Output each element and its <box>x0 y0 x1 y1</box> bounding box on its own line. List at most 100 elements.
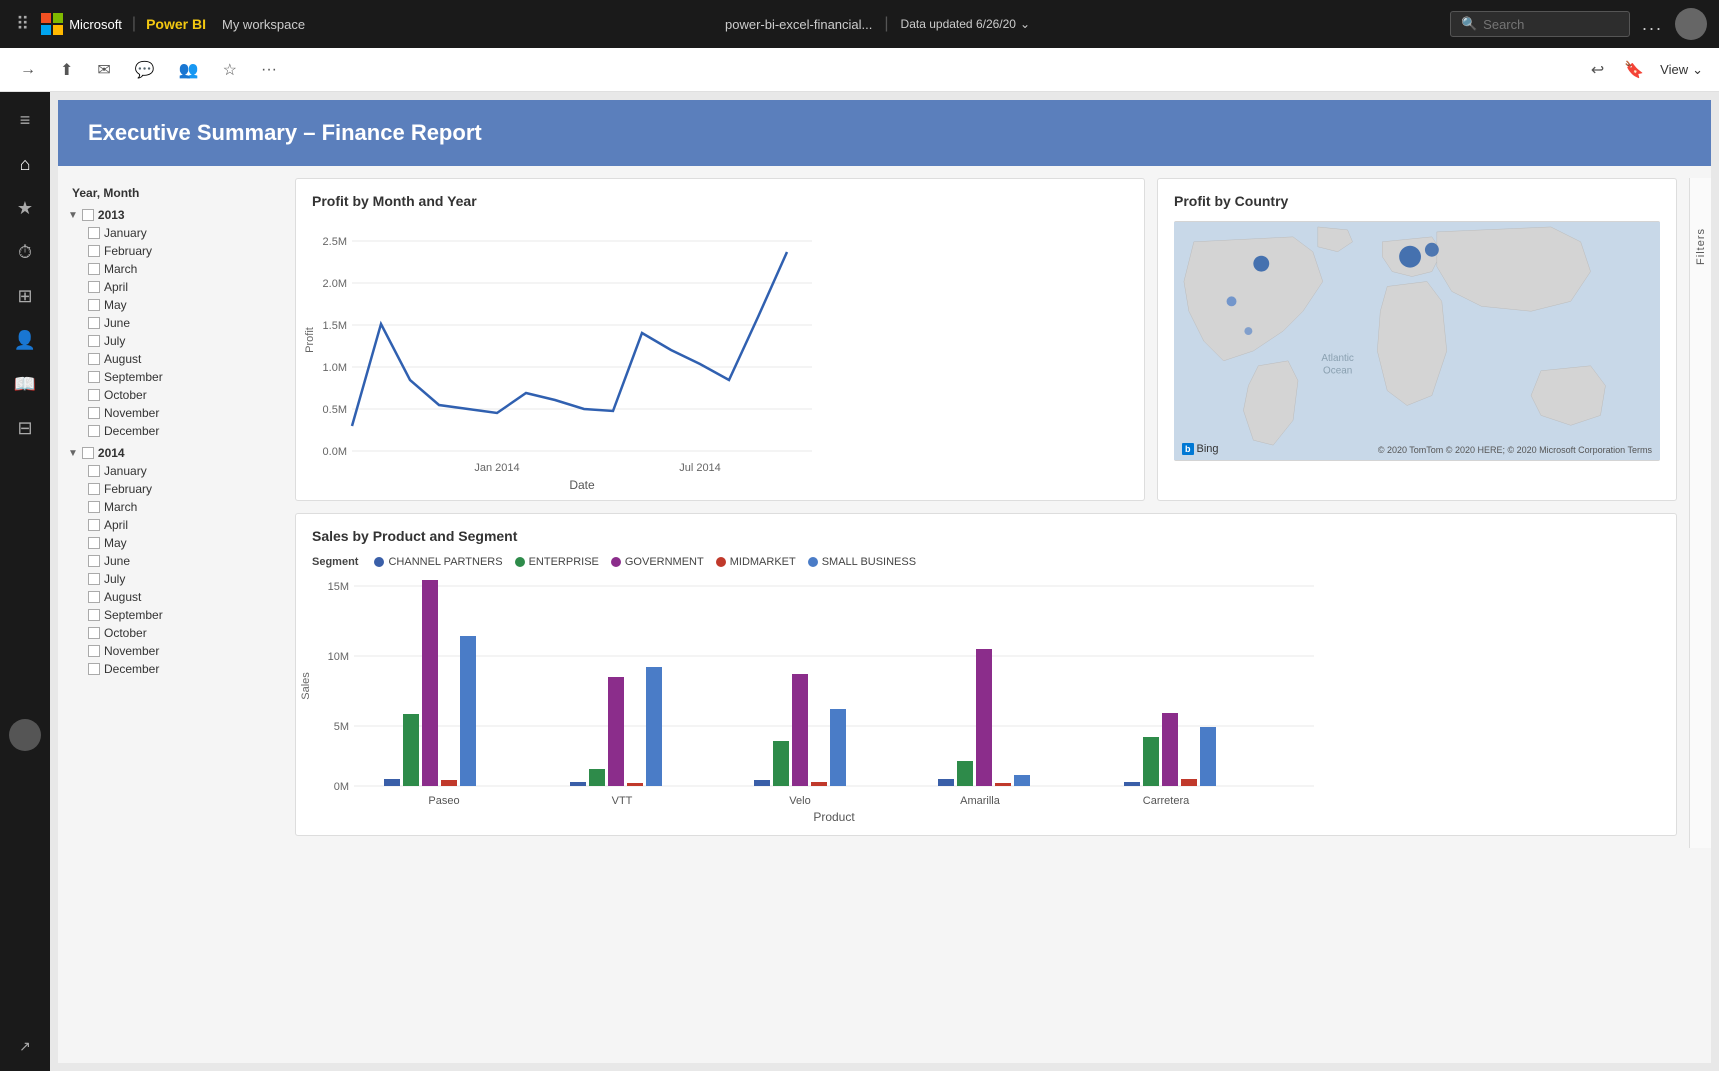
share-icon[interactable]: ⬆ <box>56 56 77 84</box>
sidebar-avatar[interactable] <box>9 719 41 751</box>
legend-item-gov: GOVERNMENT <box>611 556 704 568</box>
profit-chart-card: Profit by Month and Year Profit <box>295 178 1145 501</box>
svg-text:2.5M: 2.5M <box>323 236 347 248</box>
legend-item-mid: MIDMARKET <box>716 556 796 568</box>
tree-month-may-2013: May <box>68 296 283 314</box>
view-button[interactable]: View ⌄ <box>1660 62 1703 78</box>
sales-chart-card: Sales by Product and Segment Segment CHA… <box>295 513 1677 836</box>
legend-dot-gov <box>611 557 621 567</box>
tree-month-jan-2014: January <box>68 462 283 480</box>
tree-expand-2013[interactable]: ▼ <box>68 210 78 221</box>
sidebar-menu-icon[interactable]: ≡ <box>3 100 47 140</box>
sidebar-people-icon[interactable]: 👤 <box>3 320 47 360</box>
map-dot-us <box>1227 296 1237 306</box>
map-dot-canada <box>1253 256 1269 272</box>
tree-section-2013: ▼ 2013 January February March April May … <box>68 208 283 440</box>
search-input[interactable] <box>1483 17 1613 32</box>
sidebar-home-icon[interactable]: ⌂ <box>3 144 47 184</box>
filename-label: power-bi-excel-financial... <box>725 17 872 32</box>
map-chart-card: Profit by Country <box>1157 178 1677 501</box>
tree-month-jun-2013: June <box>68 314 283 332</box>
svg-text:Atlantic: Atlantic <box>1321 353 1354 364</box>
svg-text:0M: 0M <box>334 781 349 793</box>
tree-month-aug-2013: August <box>68 350 283 368</box>
profit-chart-title: Profit by Month and Year <box>312 193 1128 209</box>
comment-icon[interactable]: 💬 <box>131 56 159 84</box>
ms-squares-icon <box>41 13 63 35</box>
workspace-label[interactable]: My workspace <box>222 17 305 32</box>
sidebar-favorites-icon[interactable]: ★ <box>3 188 47 228</box>
tree-month-mar-2014: March <box>68 498 283 516</box>
microsoft-label: Microsoft <box>69 17 122 32</box>
sidebar-recent-icon[interactable]: ⏱ <box>3 232 47 272</box>
bar-paseo-gov <box>422 580 438 786</box>
legend-item-cp: CHANNEL PARTNERS <box>374 556 502 568</box>
tree-year-2014: ▼ 2014 <box>68 446 283 460</box>
profit-line <box>352 252 787 426</box>
teams-icon[interactable]: 👥 <box>175 56 203 84</box>
year-checkbox-2013[interactable] <box>82 209 94 221</box>
svg-text:Paseo: Paseo <box>428 795 459 807</box>
bar-vtt-cp <box>570 782 586 786</box>
avatar[interactable] <box>1675 8 1707 40</box>
bar-amarilla-mid <box>995 783 1011 786</box>
powerbi-label: Power BI <box>146 16 206 32</box>
bar-vtt-sb <box>646 667 662 786</box>
tree-month-oct-2013: October <box>68 386 283 404</box>
search-icon: 🔍 <box>1461 16 1477 32</box>
top-navigation: ⠿ Microsoft | Power BI My workspace powe… <box>0 0 1719 48</box>
bookmark-icon[interactable]: 🔖 <box>1620 56 1648 84</box>
bar-paseo-ent <box>403 714 419 786</box>
legend-label-cp: CHANNEL PARTNERS <box>388 556 502 568</box>
star-icon[interactable]: ☆ <box>219 56 241 84</box>
profit-line-chart: 2.5M 2.0M 1.5M 1.0M 0.5M 0.0M <box>352 221 812 481</box>
bar-amarilla-ent <box>957 761 973 786</box>
email-icon[interactable]: ✉ <box>93 56 114 84</box>
chart-row-1: Profit by Month and Year Profit <box>295 178 1677 501</box>
legend-label-gov: GOVERNMENT <box>625 556 704 568</box>
sales-bar-chart: 15M 10M 5M 0M <box>354 576 1314 816</box>
filter-tree: Year, Month ▼ 2013 January February Marc… <box>58 178 283 848</box>
back-icon[interactable]: → <box>16 57 40 83</box>
svg-text:Jan 2014: Jan 2014 <box>474 462 519 474</box>
legend-item-ent: ENTERPRISE <box>515 556 599 568</box>
svg-text:VTT: VTT <box>612 795 633 807</box>
more-options-button[interactable]: ... <box>1642 14 1663 35</box>
sidebar-workspaces-icon[interactable]: ⊟ <box>3 408 47 448</box>
search-box[interactable]: 🔍 <box>1450 11 1630 37</box>
svg-text:2.0M: 2.0M <box>323 278 347 290</box>
sidebar-learn-icon[interactable]: 📖 <box>3 364 47 404</box>
tree-month-dec-2014: December <box>68 660 283 678</box>
bar-amarilla-gov <box>976 649 992 786</box>
tree-month-apr-2014: April <box>68 516 283 534</box>
svg-text:0.0M: 0.0M <box>323 446 347 458</box>
tree-month-may-2014: May <box>68 534 283 552</box>
left-sidebar: ≡ ⌂ ★ ⏱ ⊞ 👤 📖 ⊟ ↗ <box>0 92 50 1071</box>
undo-icon[interactable]: ↩ <box>1587 56 1608 84</box>
grid-menu-icon[interactable]: ⠿ <box>12 10 33 39</box>
right-filters-panel[interactable]: Filters <box>1689 178 1711 848</box>
bar-velo-ent <box>773 741 789 786</box>
legend-label-mid: MIDMARKET <box>730 556 796 568</box>
svg-text:Jul 2014: Jul 2014 <box>679 462 721 474</box>
report-content: Executive Summary – Finance Report Year,… <box>58 100 1711 1063</box>
microsoft-logo: Microsoft | Power BI <box>41 13 206 35</box>
sidebar-apps-icon[interactable]: ⊞ <box>3 276 47 316</box>
toolbar-more-icon[interactable]: ··· <box>257 57 281 83</box>
tree-month-oct-2014: October <box>68 624 283 642</box>
tree-year-2013: ▼ 2013 <box>68 208 283 222</box>
tree-month-feb-2014: February <box>68 480 283 498</box>
svg-text:Product: Product <box>813 810 855 824</box>
bar-paseo-cp <box>384 779 400 786</box>
bar-velo-mid <box>811 782 827 786</box>
report-header: Executive Summary – Finance Report <box>58 100 1711 166</box>
tree-expand-2014[interactable]: ▼ <box>68 448 78 459</box>
tree-month-mar-2013: March <box>68 260 283 278</box>
bar-velo-cp <box>754 780 770 786</box>
year-checkbox-2014[interactable] <box>82 447 94 459</box>
export-icon[interactable]: ↗ <box>11 1030 39 1063</box>
year-label-2013: 2013 <box>98 208 125 222</box>
legend-label-sb: SMALL BUSINESS <box>822 556 916 568</box>
filters-panel-label[interactable]: Filters <box>1695 228 1707 265</box>
bar-paseo-sb <box>460 636 476 786</box>
